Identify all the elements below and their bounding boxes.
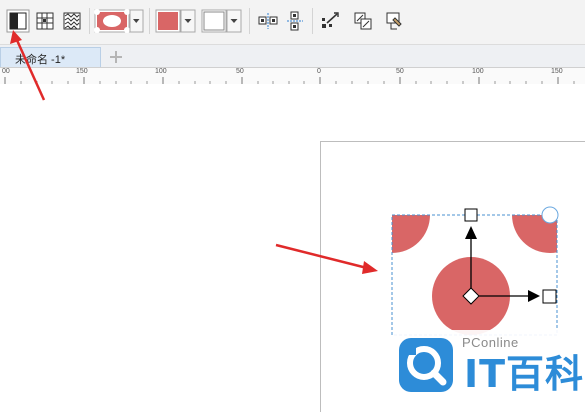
new-tab-button[interactable] [106,48,126,66]
property-toolbar [0,0,585,45]
ruler-label: 50 [396,68,404,75]
ruler-label: 00 [2,68,10,75]
toolbar-divider [89,8,90,34]
grid-pattern-icon [36,12,54,30]
mirror-vertical-icon [287,11,303,31]
foreground-color-picker[interactable] [155,9,197,33]
texture-pattern-icon [63,12,81,30]
pattern-picker[interactable] [94,9,144,33]
plus-icon [110,51,122,63]
color-swatch-icon [155,9,196,33]
ruler-label: 100 [155,68,167,75]
ruler-label: 150 [76,68,88,75]
transform-edit-icon [322,12,339,28]
pconline-logo-icon [399,338,453,392]
document-tab-bar: 未命名 -1* [0,45,585,67]
copy-fill-icon [354,12,372,30]
polka-dot-pattern-icon [94,9,144,33]
toolbar-divider [149,8,150,34]
fill-properties-icon [386,12,402,30]
color-swatch-icon [201,9,242,33]
ruler-label: 50 [236,68,244,75]
mirror-vertical-button[interactable] [283,9,307,33]
background-color-picker[interactable] [201,9,243,33]
toolbar-divider [249,8,250,34]
transform-button[interactable] [318,9,342,33]
toolbar-divider [312,8,313,34]
tab-label: 未命名 -1* [15,54,66,66]
fill-properties-button[interactable] [383,9,407,33]
copy-fill-button[interactable] [351,9,375,33]
half-fill-square-icon [6,9,30,33]
mirror-horizontal-icon [258,13,278,29]
watermark-big-text: IT百科 [464,352,585,396]
texture-fill-button[interactable] [60,9,84,33]
ruler-label: 100 [472,68,484,75]
grid-fill-button[interactable] [33,9,57,33]
watermark-small-text: PConline [462,335,519,350]
ruler-label: 150 [551,68,563,75]
toggle-half-button[interactable] [6,9,30,33]
mirror-horizontal-button[interactable] [256,9,280,33]
ruler-label: 0 [317,68,321,75]
tab-document[interactable]: 未命名 -1* [0,47,101,67]
horizontal-ruler[interactable]: 00 150 100 50 0 50 100 150 [0,67,585,85]
